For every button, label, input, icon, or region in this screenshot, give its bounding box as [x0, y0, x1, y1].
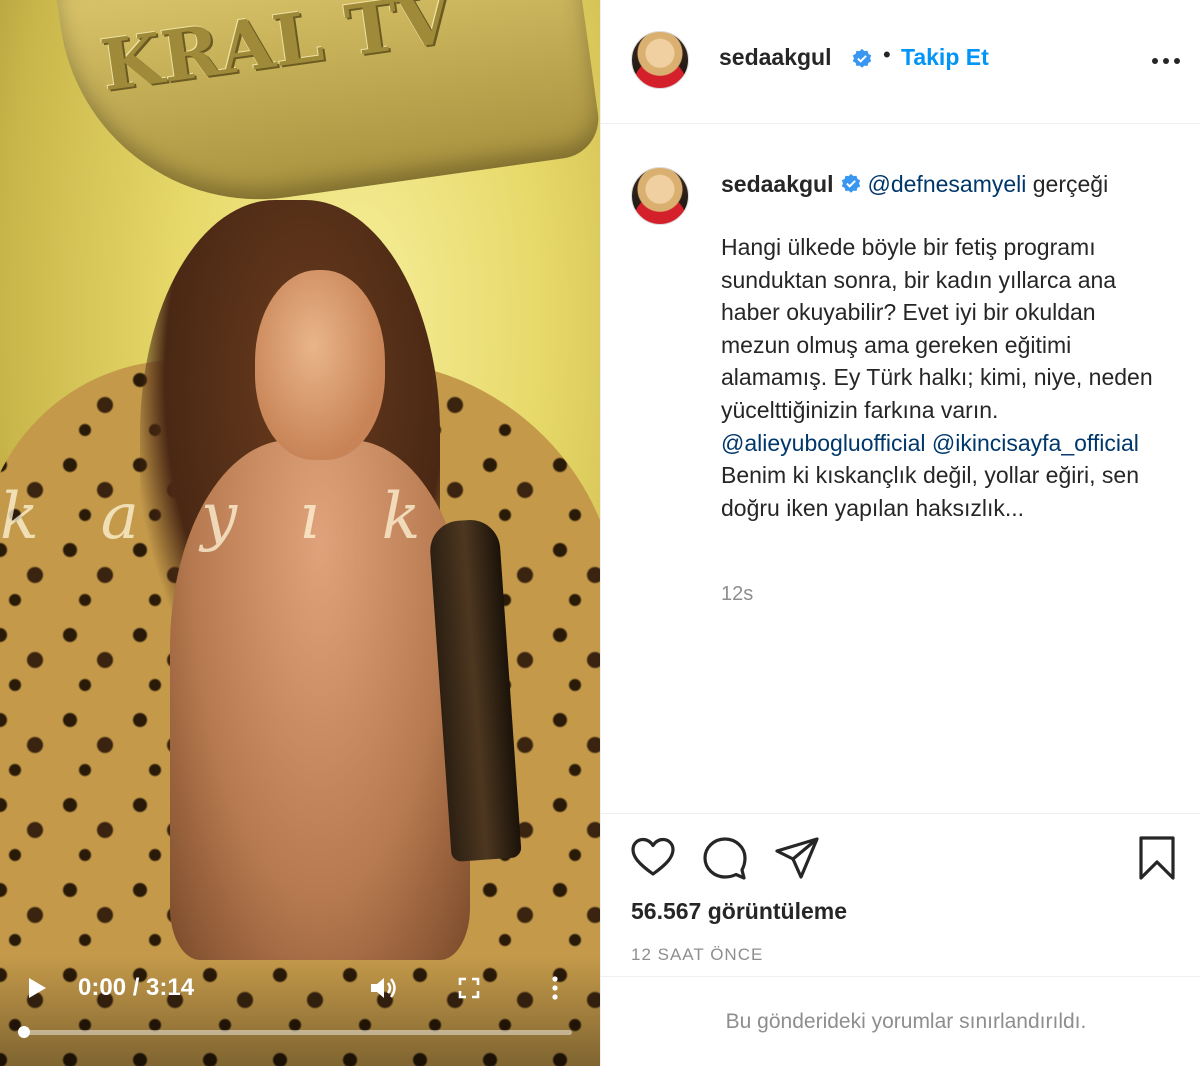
bookmark-icon[interactable] — [1133, 834, 1181, 882]
video-progress-bar[interactable] — [18, 1026, 572, 1038]
verified-badge-icon — [841, 173, 860, 193]
caption-body: Hangi ülkede böyle bir fetiş programı su… — [721, 231, 1161, 524]
caption-head-text: gerçeği — [1026, 171, 1109, 197]
video-overlay-text: kayık — [0, 480, 483, 554]
caption-text: Benim ki kıskançlık değil, yollar eğiri,… — [721, 462, 1139, 521]
caption-timestamp[interactable]: 12s — [721, 583, 753, 606]
follow-button[interactable]: Takip Et — [901, 44, 989, 71]
avatar[interactable] — [631, 31, 689, 89]
comment-icon[interactable] — [701, 834, 749, 882]
post-actions: 56.567 görüntüleme 12 SAAT ÖNCE — [601, 813, 1200, 976]
comments-limited-notice: Bu gönderideki yorumlar sınırlandırıldı. — [601, 976, 1200, 1066]
video-figure-face — [255, 270, 385, 460]
post-date[interactable]: 12 SAAT ÖNCE — [631, 945, 763, 965]
verified-badge-icon — [852, 48, 872, 68]
volume-icon — [371, 978, 396, 998]
caption-username[interactable]: sedaakgul — [721, 171, 834, 197]
header-separator: • — [883, 42, 891, 67]
video-player[interactable]: KRAL TV kayık 0:00 / 3:14 — [0, 0, 600, 1066]
video-options-button[interactable] — [540, 966, 570, 1010]
caption-area: sedaakgul @defnesamyeli gerçeği Hangi ül… — [601, 125, 1200, 815]
fullscreen-icon — [458, 977, 480, 999]
mention-link[interactable]: @ikincisayfa_official — [932, 430, 1139, 456]
caption-header: sedaakgul @defnesamyeli gerçeği — [721, 171, 1108, 198]
mention-link[interactable]: @defnesamyeli — [868, 171, 1027, 197]
post-side-panel: sedaakgul • Takip Et sedaakgul @defnesam… — [600, 0, 1200, 1066]
view-count[interactable]: 56.567 görüntüleme — [631, 898, 847, 925]
volume-button[interactable] — [364, 966, 404, 1010]
play-icon — [29, 978, 46, 998]
play-button[interactable] — [22, 966, 52, 1010]
post-header: sedaakgul • Takip Et — [601, 0, 1200, 124]
heart-icon[interactable] — [629, 834, 677, 882]
fullscreen-button[interactable] — [452, 966, 486, 1010]
more-horizontal-icon[interactable] — [1146, 46, 1186, 76]
video-progress-knob[interactable] — [18, 1026, 30, 1038]
header-username[interactable]: sedaakgul — [719, 44, 832, 71]
share-icon[interactable] — [773, 834, 821, 882]
caption-text: Hangi ülkede böyle bir fetiş programı su… — [721, 234, 1153, 423]
mention-link[interactable]: @alieyubogluofficial — [721, 430, 926, 456]
more-vertical-icon — [552, 976, 558, 1000]
caption-avatar[interactable] — [631, 167, 689, 225]
video-time-display: 0:00 / 3:14 — [78, 974, 195, 1001]
